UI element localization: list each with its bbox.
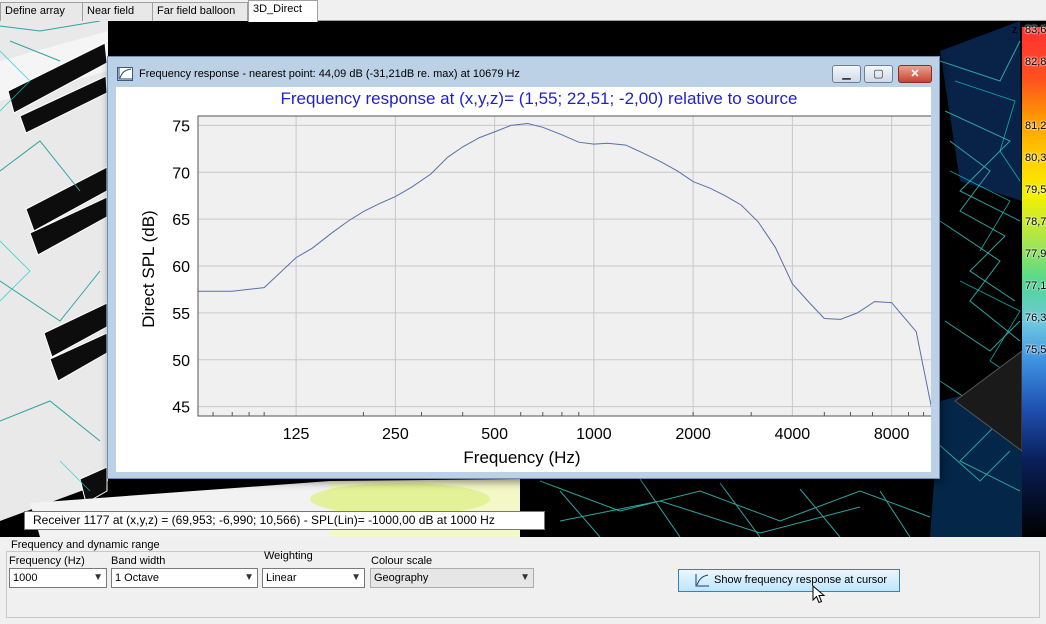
application-window: Define array Near field Far field balloo…	[0, 0, 1046, 624]
window-titlebar[interactable]: Frequency response - nearest point: 44,0…	[108, 57, 939, 87]
x-tick-label: 1000	[576, 426, 612, 443]
mouse-cursor-icon	[812, 585, 826, 604]
band-width-select[interactable]: 1 Octave ▼	[111, 568, 258, 588]
frequency-response-chart: Frequency response at (x,y,z)= (1,55; 22…	[139, 89, 934, 467]
tab-far-field-balloon[interactable]: Far field balloon	[152, 2, 248, 21]
chart-title: Frequency response at (x,y,z)= (1,55; 22…	[280, 89, 797, 108]
weighting-label: Weighting	[264, 550, 313, 562]
weighting-select[interactable]: Linear ▼	[262, 568, 365, 588]
colour-scale-label: 79,5	[1025, 184, 1046, 196]
colour-scale-label: 77,9	[1025, 248, 1046, 260]
chevron-down-icon: ▼	[244, 572, 254, 583]
colour-scale-label: 80,3	[1025, 152, 1046, 164]
frequency-response-window: Frequency response - nearest point: 44,0…	[107, 56, 940, 479]
minimize-button[interactable]: ▁	[832, 65, 861, 83]
chevron-down-icon: ▼	[351, 572, 361, 583]
chevron-down-icon: ▼	[520, 572, 530, 583]
receiver-status: Receiver 1177 at (x,y,z) = (69,953; -6,9…	[24, 511, 545, 530]
y-tick-label: 55	[172, 306, 190, 323]
window-title: Frequency response - nearest point: 44,0…	[139, 68, 520, 80]
chevron-down-icon: ▼	[93, 572, 103, 583]
groupbox-title: Frequency and dynamic range	[10, 539, 161, 551]
band-width-value: 1 Octave	[115, 572, 160, 584]
chart-icon	[695, 574, 709, 595]
y-axis: 45 50 55 60 65 70 75	[172, 118, 190, 416]
frequency-label: Frequency (Hz)	[9, 555, 85, 567]
tab-strip: Define array Near field Far field balloo…	[0, 0, 1046, 22]
show-frequency-response-button[interactable]: Show frequency response at cursor	[678, 569, 900, 592]
y-tick-label: 70	[172, 165, 190, 182]
y-tick-label: 75	[172, 118, 190, 135]
colour-scale-label: 83,6	[1025, 24, 1046, 36]
chart-area: Frequency response at (x,y,z)= (1,55; 22…	[116, 87, 934, 472]
colour-scale-unit: z	[1012, 24, 1018, 36]
y-axis-label: Direct SPL (dB)	[139, 210, 158, 327]
x-tick-label: 125	[283, 426, 310, 443]
tab-3d-direct[interactable]: 3D_Direct	[248, 0, 318, 22]
close-button[interactable]: ✕	[898, 65, 932, 83]
colour-scale-label: 77,1	[1025, 280, 1046, 292]
colour-scale-value: Geography	[374, 572, 429, 584]
y-tick-label: 65	[172, 212, 190, 229]
y-tick-label: 50	[172, 353, 190, 370]
colour-scale-label: 81,2	[1025, 120, 1046, 132]
y-tick-label: 60	[172, 259, 190, 276]
tab-define-array[interactable]: Define array	[0, 2, 83, 21]
x-tick-label: 4000	[775, 426, 811, 443]
tab-near-field[interactable]: Near field	[82, 2, 153, 21]
colour-scale-label: 78,7	[1025, 216, 1046, 228]
x-tick-label: 2000	[675, 426, 711, 443]
colour-scale-label: 75,5	[1025, 344, 1046, 356]
x-tick-label: 250	[382, 426, 409, 443]
x-tick-label: 500	[481, 426, 508, 443]
show-frequency-response-label: Show frequency response at cursor	[714, 574, 888, 586]
frequency-value: 1000	[13, 572, 38, 584]
weighting-value: Linear	[266, 572, 297, 584]
y-tick-label: 45	[172, 400, 190, 417]
colour-scale-label: Colour scale	[371, 555, 433, 567]
maximize-button[interactable]: ▢	[864, 65, 893, 83]
chart-icon	[117, 67, 133, 81]
frequency-select[interactable]: 1000 ▼	[9, 568, 107, 588]
colour-scale-select[interactable]: Geography ▼	[370, 568, 534, 588]
colour-scale-label: 82,8	[1025, 56, 1046, 68]
band-width-label: Band width	[111, 555, 166, 567]
x-axis-label: Frequency (Hz)	[463, 448, 580, 467]
x-axis: 125 250 500 1000 2000 4000 8000	[212, 412, 925, 443]
x-tick-label: 8000	[874, 426, 910, 443]
colour-scale-label: 76,3	[1025, 312, 1046, 324]
